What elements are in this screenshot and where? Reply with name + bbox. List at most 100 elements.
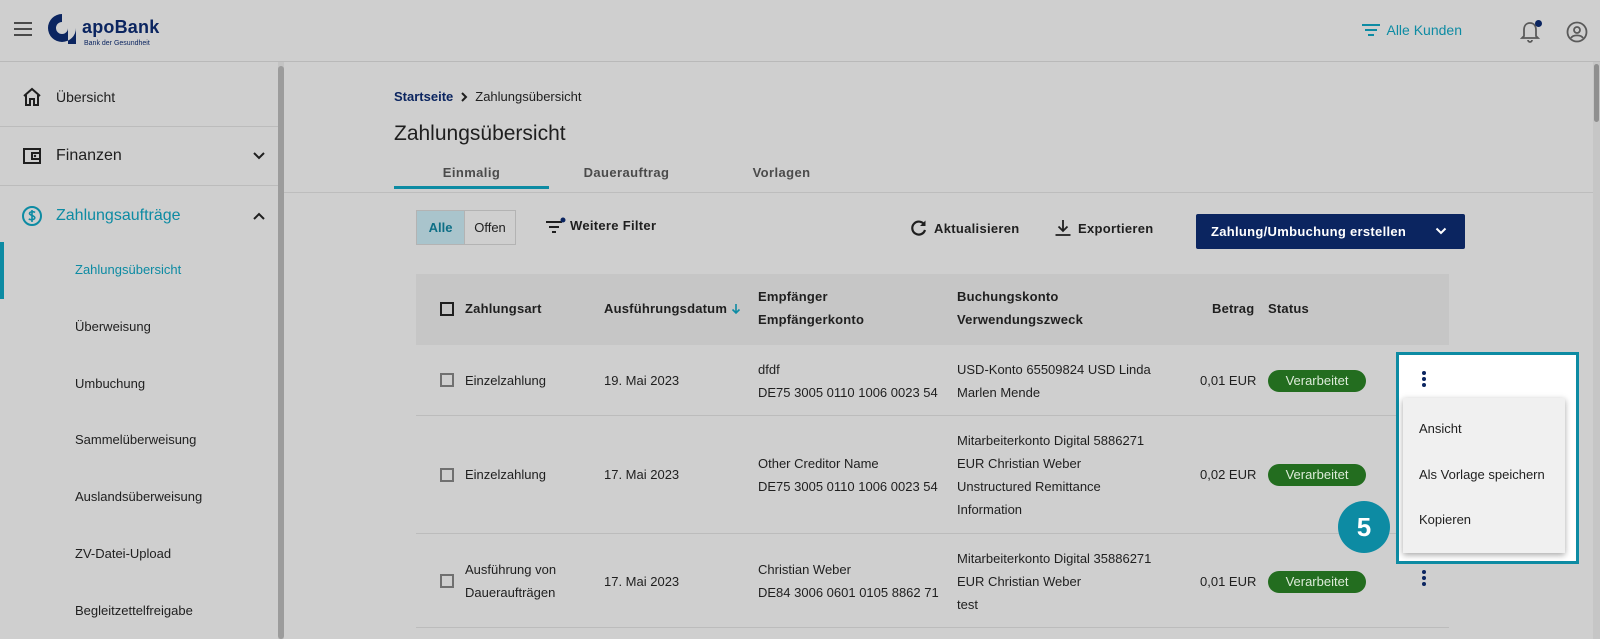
create-payment-button[interactable]: Zahlung/Umbuchung erstellen [1196, 214, 1465, 249]
all-customers-label: Alle Kunden [1386, 22, 1462, 38]
sidebar-subitem-payment-overview[interactable]: Zahlungsübersicht [0, 241, 281, 298]
row-checkbox[interactable] [440, 468, 454, 482]
table-row[interactable]: Einzelzahlung 19. Mai 2023 dfdf DE75 300… [416, 345, 1449, 416]
create-payment-label: Zahlung/Umbuchung erstellen [1211, 224, 1407, 239]
menu-item-copy[interactable]: Kopieren [1419, 512, 1471, 527]
select-all-checkbox[interactable] [440, 302, 454, 316]
booking-account: USD-Konto 65509824 USD Linda [957, 362, 1151, 377]
status-badge: Verarbeitet [1268, 571, 1366, 593]
refresh-label: Aktualisieren [934, 220, 1020, 236]
status-badge: Verarbeitet [1268, 370, 1366, 392]
sidebar-subitem-transfer[interactable]: Überweisung [0, 298, 281, 355]
column-header-status: Status [1268, 301, 1309, 316]
more-filters-button[interactable]: Weitere Filter [546, 217, 656, 233]
sidebar-subitem-file-upload[interactable]: ZV-Datei-Upload [0, 525, 281, 582]
sidebar-subitem-cover-sheet-approval[interactable]: Begleitzettelfreigabe [0, 582, 281, 639]
refresh-button[interactable]: Aktualisieren [910, 219, 1020, 237]
breadcrumb: Startseite Zahlungsübersicht [394, 89, 581, 104]
row-checkbox[interactable] [440, 373, 454, 387]
export-button[interactable]: Exportieren [1054, 219, 1154, 237]
sidebar-subitem-label: Auslandsüberweisung [75, 489, 203, 504]
payment-type: Einzelzahlung [465, 373, 546, 388]
table-header: Zahlungsart Ausführungsdatum Empfänger E… [416, 274, 1449, 345]
chevron-right-icon [461, 91, 468, 102]
download-icon [1055, 220, 1071, 236]
menu-icon[interactable] [14, 22, 32, 36]
amount: 0,01 EUR [1200, 373, 1257, 388]
tab-templates[interactable]: Vorlagen [704, 156, 859, 189]
recipient-account: DE75 3005 0110 1006 0023 54 [758, 479, 938, 494]
wallet-icon [23, 148, 41, 164]
column-header-booking-account: Buchungskonto [957, 289, 1059, 304]
column-header-payment-type[interactable]: Zahlungsart [465, 297, 542, 320]
column-header-recipient-account: Empfängerkonto [758, 312, 865, 327]
sidebar-item-label: Zahlungsaufträge [56, 206, 181, 224]
sidebar-subitem-label: Zahlungsübersicht [75, 262, 182, 277]
execution-date: 17. Mai 2023 [604, 467, 680, 482]
menu-item-save-as-template[interactable]: Als Vorlage speichern [1419, 467, 1545, 482]
row-actions-button[interactable] [1420, 371, 1428, 391]
chevron-down-icon [253, 152, 265, 160]
column-header-recipient: Empfänger [758, 289, 828, 304]
row-actions-menu: Ansicht Als Vorlage speichern Kopieren [1403, 398, 1565, 553]
sidebar-subitem-bulk-transfer[interactable]: Sammelüberweisung [0, 411, 281, 468]
more-filters-label: Weitere Filter [570, 217, 657, 233]
booking-account: Mitarbeiterkonto Digital 35886271 [957, 551, 1152, 566]
sidebar-subitem-label: Sammelüberweisung [75, 432, 197, 447]
step-number-badge: 5 [1338, 501, 1390, 553]
booking-account: Mitarbeiterkonto Digital 5886271 [957, 433, 1145, 448]
sidebar-subitem-label: Überweisung [75, 319, 151, 334]
filter-icon [1362, 24, 1381, 36]
sort-descending-icon [732, 303, 741, 314]
notifications-button[interactable] [1519, 20, 1542, 44]
sidebar-item-payment-orders[interactable]: Zahlungsaufträge [0, 186, 281, 245]
page-scrollbar-track [1593, 62, 1600, 639]
table-row[interactable]: Einzelzahlung 17. Mai 2023 Other Credito… [416, 416, 1449, 534]
all-customers-filter[interactable]: Alle Kunden [1362, 22, 1462, 38]
execution-date: 17. Mai 2023 [604, 574, 680, 589]
page-scrollbar[interactable] [1594, 64, 1599, 122]
top-bar: apoBank Bank der Gesundheit Alle Kunden [0, 0, 1600, 62]
execution-date: 19. Mai 2023 [604, 373, 680, 388]
apobank-logo-icon [48, 14, 76, 44]
sidebar-item-overview[interactable]: Übersicht [0, 68, 281, 127]
sidebar-item-label: Übersicht [56, 89, 116, 105]
payment-type-cont: Daueraufträgen [465, 585, 556, 600]
account-icon[interactable] [1566, 21, 1588, 43]
column-header-label: Ausführungsdatum [604, 301, 728, 316]
table-row[interactable]: Ausführung von Daueraufträgen 17. Mai 20… [416, 534, 1449, 628]
amount: 0,02 EUR [1200, 467, 1257, 482]
sidebar: Übersicht Finanzen Zahlungsaufträge Zahl… [0, 62, 281, 639]
payment-type: Ausführung von [465, 562, 557, 577]
tab-one-time[interactable]: Einmalig [394, 156, 549, 189]
filter-open-button[interactable]: Offen [465, 211, 515, 244]
status-badge: Verarbeitet [1268, 464, 1366, 486]
breadcrumb-home-link[interactable]: Startseite [394, 89, 453, 104]
home-icon [23, 87, 41, 106]
sidebar-subitem-label: ZV-Datei-Upload [75, 546, 172, 561]
status-filter-toggle: Alle Offen [416, 210, 516, 245]
column-header-execution-date[interactable]: Ausführungsdatum [604, 297, 741, 320]
recipient-account: DE84 3006 0601 0105 8862 71 [758, 585, 939, 600]
tabs-divider [284, 192, 1600, 193]
row-actions-button[interactable] [1420, 570, 1428, 590]
payment-type: Einzelzahlung [465, 467, 546, 482]
recipient-name: Christian Weber [758, 562, 851, 577]
chevron-up-icon [253, 212, 265, 220]
sidebar-subitem-rebooking[interactable]: Umbuchung [0, 355, 281, 412]
sidebar-subitem-foreign-transfer[interactable]: Auslandsüberweisung [0, 468, 281, 525]
row-checkbox[interactable] [440, 574, 454, 588]
column-header-amount: Betrag [1212, 301, 1255, 316]
logo-subtitle: Bank der Gesundheit [84, 40, 150, 47]
tab-bar: Einmalig Dauerauftrag Vorlagen [394, 156, 859, 189]
sidebar-item-label: Finanzen [56, 147, 122, 164]
purpose: test [957, 597, 978, 612]
filter-icon [546, 217, 566, 233]
menu-item-view[interactable]: Ansicht [1419, 421, 1462, 436]
sidebar-subitem-label: Begleitzettelfreigabe [75, 603, 193, 618]
recipient-account: DE75 3005 0110 1006 0023 54 [758, 385, 938, 400]
tab-standing-order[interactable]: Dauerauftrag [549, 156, 704, 189]
sidebar-item-finances[interactable]: Finanzen [0, 127, 281, 186]
active-nav-indicator [0, 242, 4, 299]
filter-all-button[interactable]: Alle [417, 211, 465, 244]
